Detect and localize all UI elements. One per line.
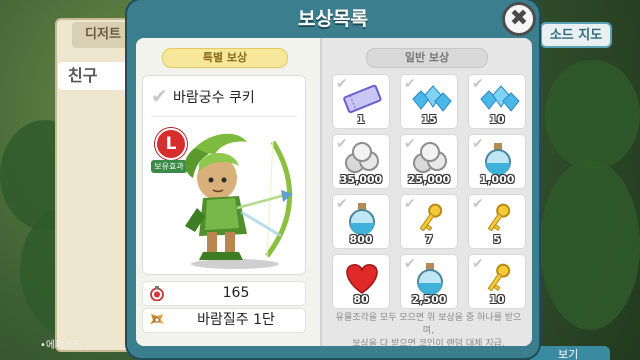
special-reward-card: ✔ 바람궁수 쿠키 L 보유효과 [142,75,306,275]
wind-archer-cookie-image [185,133,293,269]
potion-icon [417,263,443,295]
heart-icon [346,264,378,294]
footnote-line: 유물조각을 모두 모으면 위 보상을 중 하나를 받으며, [335,313,522,336]
reward-quantity: 1 [357,113,365,126]
background-episode-label: •에피소드 [40,340,83,351]
reward-tile: ✔ 25,000 [400,134,458,189]
stat-row-skill: 바람질주 1단 [142,308,306,333]
background-dessert-tab[interactable]: 디저트 [72,22,134,48]
cookie-name: 바람궁수 쿠키 [173,90,255,106]
crystals-icon [480,85,520,112]
reward-quantity: 7 [425,233,433,246]
reward-tile: ✔ 1,000 [468,134,526,189]
reward-quantity: 15 [421,113,437,126]
modal-title: 보상목록 [298,8,368,30]
reward-content: 특별 보상 일반 보상 ✔ 바람궁수 쿠키 L 보유효과 165 바람질주 1단… [136,38,532,346]
checkmark-icon: ✔ [151,84,168,108]
key-icon [487,203,511,232]
reward-quantity: 35,000 [339,173,383,186]
reward-footnote: 유물조각을 모두 모으면 위 보상을 중 하나를 받으며, 보상을 다 받으면 … [331,312,526,346]
column-divider [320,38,322,346]
background-friend-label: 친구 [58,62,138,90]
divider [151,116,297,117]
stat-value: 165 [222,285,250,301]
reward-tile: ✔ 5 [468,194,526,249]
stat-row-potion: 165 [142,281,306,306]
reward-tile: ✔ 2,500 [400,254,458,309]
wings-stat-icon [150,314,164,324]
close-icon[interactable]: ✖ [502,2,536,36]
reward-quantity: 800 [349,233,373,246]
reward-quantity: 10 [489,293,505,306]
background-view-button[interactable]: 보기 [530,346,610,360]
reward-tile: ✔ 15 [400,74,458,129]
potion-icon [349,203,375,235]
coins-icon [345,142,379,173]
reward-tile: 80 [332,254,390,309]
crystals-icon [412,85,452,112]
tab-normal-reward: 일반 보상 [366,48,488,68]
tab-special-reward: 특별 보상 [162,48,288,68]
reward-quantity: 25,000 [407,173,451,186]
key-icon [487,263,511,292]
coins-icon [413,142,447,173]
reward-tile: ✔ 35,000 [332,134,390,189]
reward-quantity: 80 [353,293,369,306]
reward-quantity: 5 [493,233,501,246]
reward-tile: ✔ 7 [400,194,458,249]
reward-quantity: 1,000 [479,173,515,186]
background-map-tab[interactable]: 소드 지도 [540,22,612,48]
reward-tile: ✔ 1 [332,74,390,129]
footnote-line: 보상을 다 받으면 코인이 랜덤 대체 지급. [352,339,505,346]
reward-tile: ✔ 10 [468,74,526,129]
reward-quantity: 2,500 [411,293,447,306]
stat-skill-label: 바람질주 1단 [197,312,275,328]
potion-icon [485,143,511,175]
reward-tile: ✔ 800 [332,194,390,249]
reward-tile: ✔ 10 [468,254,526,309]
key-icon [419,203,443,232]
potion-stat-icon [150,286,164,301]
reward-quantity: 10 [489,113,505,126]
ticket-icon [343,84,382,114]
